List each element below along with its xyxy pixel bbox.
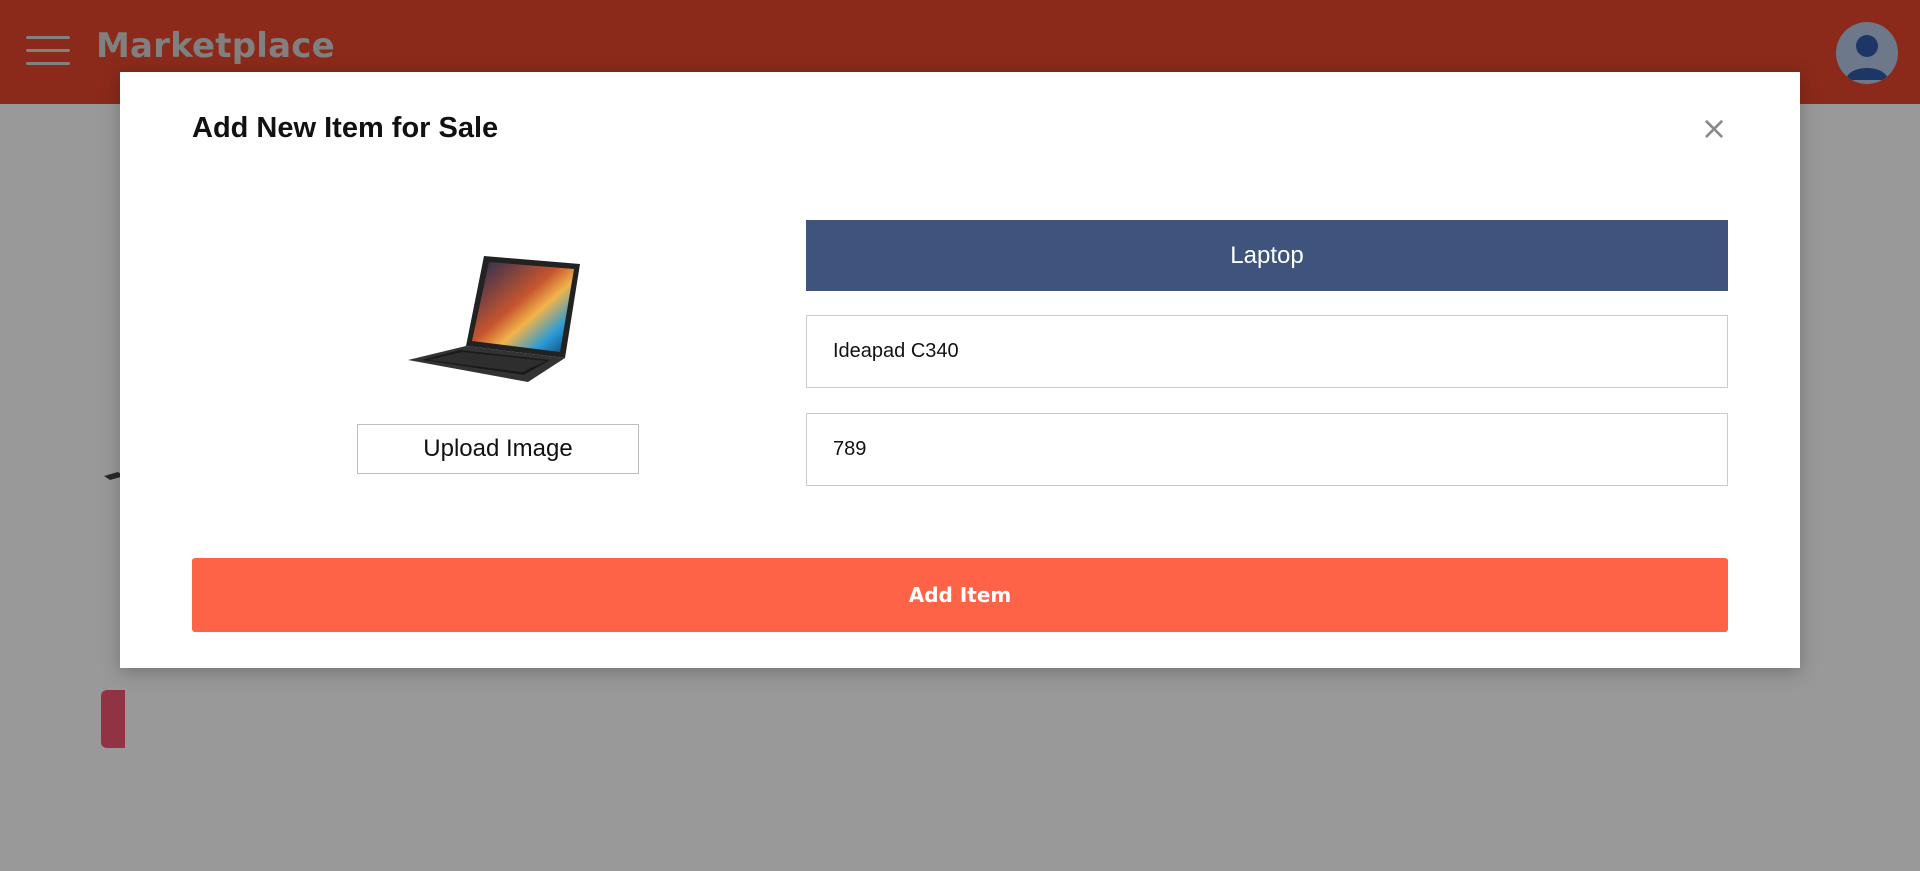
item-name-input[interactable]: Ideapad C340 <box>806 315 1728 388</box>
upload-image-button[interactable]: Upload Image <box>357 424 639 474</box>
category-select[interactable]: Laptop <box>806 220 1728 291</box>
app-root: Marketplace Add New Item for Sale × Uplo… <box>0 0 1920 871</box>
add-item-button[interactable]: Add Item <box>192 558 1728 632</box>
add-item-modal: Add New Item for Sale × Upload Image Lap… <box>120 72 1800 668</box>
modal-title: Add New Item for Sale <box>192 112 499 144</box>
price-input[interactable]: 789 <box>806 413 1728 486</box>
close-icon[interactable]: × <box>1698 110 1730 146</box>
laptop-image <box>408 256 580 382</box>
